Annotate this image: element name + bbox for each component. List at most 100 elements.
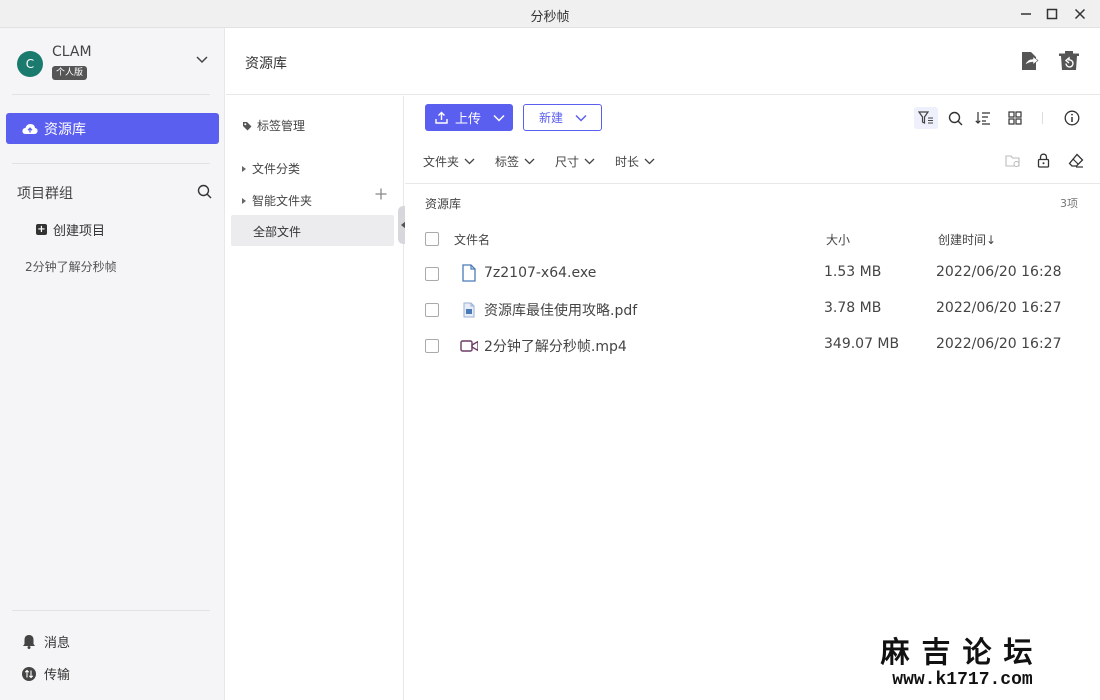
recycle-bin-icon[interactable] bbox=[1058, 50, 1080, 72]
create-project-button[interactable]: + 创建项目 bbox=[36, 220, 105, 239]
maximize-button[interactable] bbox=[1042, 4, 1062, 24]
sidebar: C CLAM 个人版 资源库 项目群组 + 创建项目 2分钟了解分秒帧 消息 传… bbox=[0, 28, 225, 700]
search-icon bbox=[948, 111, 962, 125]
share-icon[interactable] bbox=[1019, 50, 1041, 72]
filter-label: 文件夹 bbox=[423, 155, 460, 169]
row-checkbox[interactable] bbox=[425, 339, 439, 353]
pdf-icon bbox=[460, 302, 478, 318]
filter-label: 时长 bbox=[615, 155, 640, 169]
watermark: 麻吉论坛 www.k1717.com bbox=[880, 635, 1045, 695]
chevron-down-icon[interactable] bbox=[195, 55, 209, 65]
file-size: 1.53 MB bbox=[824, 264, 882, 280]
chevron-down-icon bbox=[575, 114, 587, 122]
column-header-size[interactable]: 大小 bbox=[826, 231, 850, 248]
chevron-down-icon bbox=[493, 114, 505, 122]
chevron-down-icon bbox=[464, 158, 475, 165]
user-menu[interactable]: C CLAM 个人版 bbox=[17, 44, 212, 84]
file-name: 2分钟了解分秒帧.mp4 bbox=[484, 339, 627, 355]
sidebar-item-library[interactable]: 资源库 bbox=[6, 113, 219, 144]
chevron-down-icon bbox=[584, 158, 595, 165]
tree-item-label: 文件分类 bbox=[252, 162, 301, 176]
upload-button[interactable]: 上传 bbox=[425, 104, 513, 131]
search-icon[interactable] bbox=[197, 184, 212, 199]
tree-item-all-files[interactable]: 全部文件 bbox=[231, 215, 394, 246]
filter-folder[interactable]: 文件夹 bbox=[423, 153, 475, 170]
transfer-icon bbox=[22, 666, 36, 681]
filter-label: 标签 bbox=[495, 155, 520, 169]
chevron-down-icon bbox=[524, 158, 535, 165]
tag-manage-label: 标签管理 bbox=[257, 119, 306, 133]
project-item[interactable]: 2分钟了解分秒帧 bbox=[25, 258, 117, 275]
tree-item-smart-folder[interactable]: 智能文件夹 bbox=[242, 192, 312, 209]
transfer-label: 传输 bbox=[44, 668, 71, 683]
file-name: 7z2107-x64.exe bbox=[484, 265, 597, 281]
divider bbox=[1042, 112, 1043, 124]
plus-icon: + bbox=[36, 224, 47, 235]
filter-tag[interactable]: 标签 bbox=[495, 153, 535, 170]
new-label: 新建 bbox=[539, 111, 564, 125]
expand-arrow-icon[interactable] bbox=[242, 165, 246, 172]
chevron-down-icon bbox=[644, 158, 655, 165]
row-checkbox[interactable] bbox=[425, 267, 439, 281]
user-name: CLAM bbox=[52, 44, 92, 60]
cloud-icon bbox=[22, 123, 38, 134]
tag-manage-item[interactable]: 标签管理 bbox=[242, 117, 305, 134]
library-title: 资源库 bbox=[425, 197, 462, 211]
divider bbox=[12, 163, 210, 164]
tag-icon bbox=[243, 121, 252, 130]
upload-icon bbox=[435, 111, 448, 124]
projects-header: 项目群组 bbox=[17, 186, 73, 202]
folder-settings-icon[interactable] bbox=[1005, 154, 1021, 168]
add-smart-folder-icon[interactable] bbox=[375, 188, 387, 200]
file-created: 2022/06/20 16:27 bbox=[936, 300, 1062, 316]
divider bbox=[405, 183, 1100, 184]
filter-size[interactable]: 尺寸 bbox=[555, 153, 595, 170]
maximize-icon bbox=[1046, 8, 1058, 20]
lock-icon[interactable] bbox=[1037, 153, 1050, 168]
expand-arrow-icon[interactable] bbox=[242, 197, 246, 204]
sort-icon bbox=[975, 112, 990, 125]
divider bbox=[12, 94, 210, 95]
row-checkbox[interactable] bbox=[425, 303, 439, 317]
file-size: 349.07 MB bbox=[824, 336, 900, 352]
messages-label: 消息 bbox=[44, 636, 71, 651]
minimize-button[interactable] bbox=[1016, 4, 1036, 24]
column-header-name[interactable]: 文件名 bbox=[454, 231, 490, 248]
messages-button[interactable]: 消息 bbox=[22, 632, 70, 651]
filter-label: 尺寸 bbox=[555, 155, 580, 169]
file-size: 3.78 MB bbox=[824, 300, 882, 316]
folder-tree: 标签管理 文件分类 智能文件夹 全部文件 bbox=[226, 96, 404, 700]
divider bbox=[12, 610, 210, 611]
bell-icon bbox=[22, 634, 36, 649]
filter-icon bbox=[918, 111, 933, 124]
info-button[interactable] bbox=[1060, 107, 1084, 129]
file-name: 资源库最佳使用攻略.pdf bbox=[484, 303, 638, 319]
transfer-button[interactable]: 传输 bbox=[22, 664, 70, 683]
main-header: 资源库 bbox=[226, 28, 1100, 95]
new-button[interactable]: 新建 bbox=[523, 104, 602, 131]
breadcrumb: 资源库 bbox=[245, 56, 287, 72]
search-button[interactable] bbox=[943, 107, 967, 129]
table-row[interactable]: 7z2107-x64.exe 1.53 MB 2022/06/20 16:28 bbox=[405, 255, 1100, 291]
video-icon bbox=[460, 339, 478, 353]
file-icon bbox=[460, 264, 478, 282]
watermark-url: www.k1717.com bbox=[892, 670, 1033, 690]
content-area: 上传 新建 文件夹 标签 尺寸 时长 资源库 3项 文件名 大小 创建时间↓ 7… bbox=[405, 96, 1100, 700]
table-row[interactable]: 资源库最佳使用攻略.pdf 3.78 MB 2022/06/20 16:27 bbox=[405, 291, 1100, 327]
grid-view-button[interactable] bbox=[1003, 107, 1027, 129]
table-row[interactable]: 2分钟了解分秒帧.mp4 349.07 MB 2022/06/20 16:27 bbox=[405, 327, 1100, 363]
tree-item-file-category[interactable]: 文件分类 bbox=[242, 160, 300, 177]
plan-badge: 个人版 bbox=[52, 66, 88, 80]
close-button[interactable] bbox=[1070, 4, 1090, 24]
filter-duration[interactable]: 时长 bbox=[615, 153, 655, 170]
upload-label: 上传 bbox=[455, 112, 482, 127]
column-header-created[interactable]: 创建时间↓ bbox=[938, 231, 996, 248]
select-all-checkbox[interactable] bbox=[425, 232, 439, 246]
create-project-label: 创建项目 bbox=[53, 224, 106, 239]
filter-toggle-button[interactable] bbox=[914, 107, 938, 129]
avatar: C bbox=[17, 51, 43, 77]
sort-button[interactable] bbox=[971, 107, 995, 129]
close-icon bbox=[1074, 8, 1086, 20]
minimize-icon bbox=[1021, 13, 1031, 15]
eraser-icon[interactable] bbox=[1068, 153, 1084, 168]
